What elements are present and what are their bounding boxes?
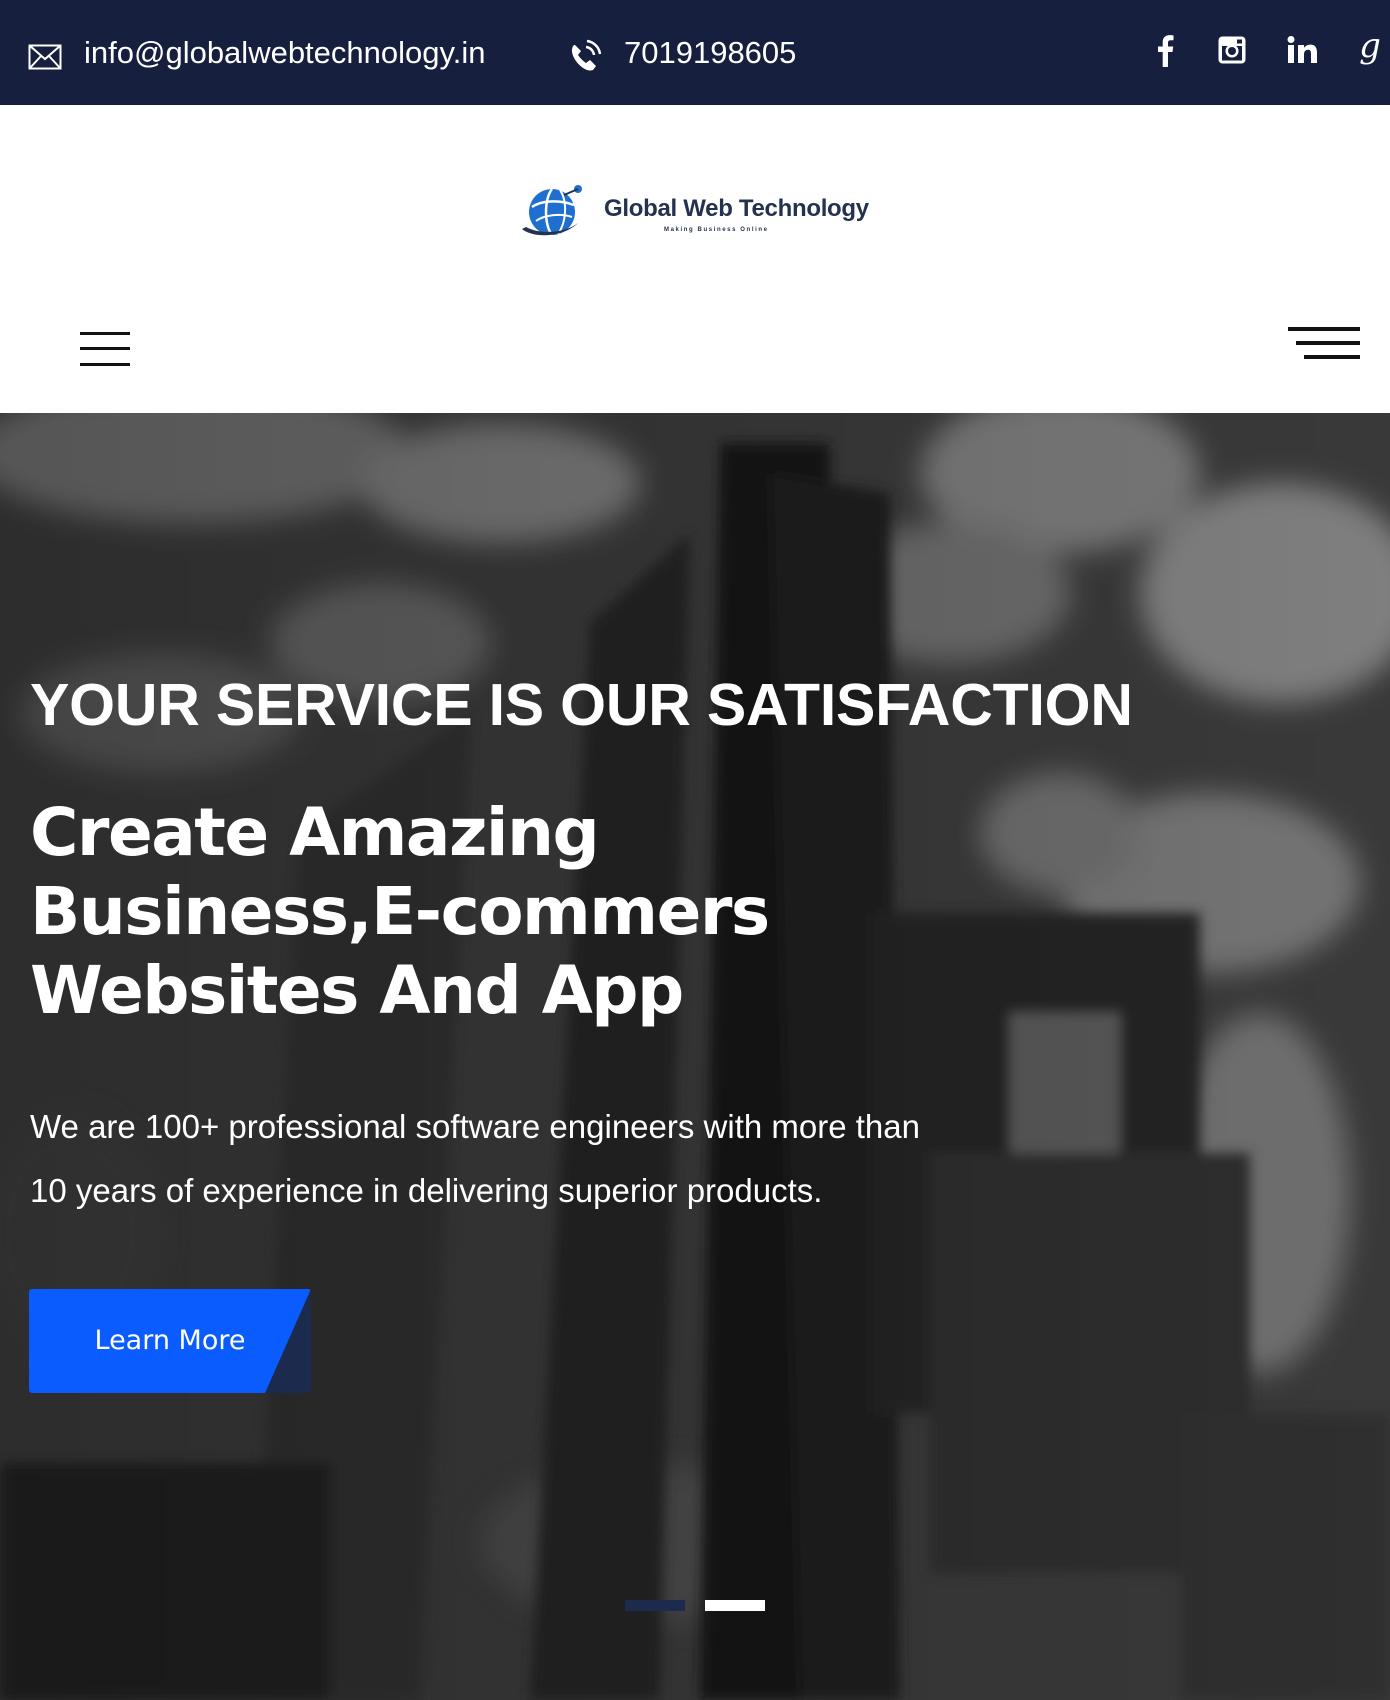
phone-icon <box>566 39 602 75</box>
hero-title-line: Create Amazing <box>30 794 600 871</box>
site-header: Global Web Technology Making Business On… <box>0 105 1390 413</box>
email-address[interactable]: info@globalwebtechnology.in <box>84 35 485 71</box>
top-contact-bar: info@globalwebtechnology.in 7019198605 g <box>0 0 1390 105</box>
hero-background-image <box>0 413 1390 1700</box>
email-contact[interactable]: info@globalwebtechnology.in <box>28 0 485 105</box>
globe-logo-icon <box>522 185 582 236</box>
hero-title: Create Amazing Business,E-commers Websit… <box>30 793 1030 1030</box>
hamburger-menu-icon[interactable] <box>80 330 130 368</box>
menu-bar <box>1304 355 1360 359</box>
brand-logo[interactable]: Global Web Technology Making Business On… <box>514 177 874 247</box>
slider-dot-1[interactable] <box>625 1600 685 1611</box>
hero-title-line: Business,E-commers <box>30 873 770 950</box>
hero-title-line: Websites And App <box>30 952 684 1029</box>
learn-more-button[interactable]: Learn More <box>29 1289 311 1393</box>
svg-text:g: g <box>1359 32 1381 66</box>
hero-description: We are 100+ professional software engine… <box>30 1095 1030 1223</box>
logo-tagline: Making Business Online <box>664 227 769 233</box>
learn-more-label[interactable]: Learn More <box>29 1289 311 1393</box>
hero-description-line: 10 years of experience in delivering sup… <box>30 1172 823 1209</box>
hero-slider: YOUR SERVICE IS OUR SATISFACTION Create … <box>0 413 1390 1700</box>
menu-bar <box>1288 327 1360 331</box>
linkedin-icon[interactable] <box>1282 30 1322 70</box>
slider-dot-2-active[interactable] <box>705 1600 765 1611</box>
envelope-icon <box>28 44 62 70</box>
menu-bar <box>80 363 130 366</box>
menu-bar <box>80 347 130 350</box>
google-icon[interactable]: g <box>1350 30 1390 70</box>
phone-contact[interactable]: 7019198605 <box>566 0 796 105</box>
facebook-icon[interactable] <box>1145 30 1185 70</box>
menu-bar <box>1296 341 1360 345</box>
logo-wordmark: Global Web Technology <box>604 195 869 222</box>
hero-kicker: YOUR SERVICE IS OUR SATISFACTION <box>30 672 1133 738</box>
menu-bar <box>80 332 130 335</box>
hamburger-menu-icon[interactable] <box>1288 325 1360 365</box>
hero-description-line: We are 100+ professional software engine… <box>30 1108 920 1145</box>
instagram-icon[interactable] <box>1212 30 1252 70</box>
phone-number[interactable]: 7019198605 <box>624 35 796 71</box>
slider-pagination <box>625 1600 765 1612</box>
